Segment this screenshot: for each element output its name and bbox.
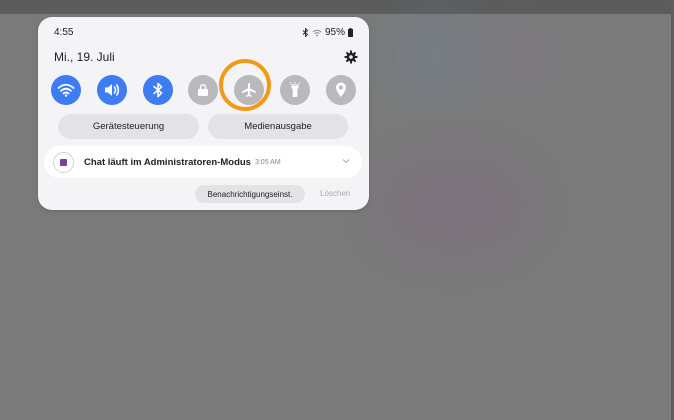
notification-settings-button[interactable]: Benachrichtigungseinst. [195, 185, 305, 203]
bluetooth-icon [152, 82, 162, 98]
battery-icon [348, 28, 353, 37]
flashlight-toggle[interactable] [280, 75, 311, 105]
clear-button[interactable]: Löschen [320, 189, 350, 198]
background-blur [380, 160, 530, 250]
notification-text: Chat läuft im Administratoren-Modus [84, 156, 251, 168]
rotation-lock-toggle[interactable] [188, 75, 219, 105]
flashlight-icon [289, 82, 301, 97]
notification-card[interactable]: Chat läuft im Administratoren-Modus 3:05… [44, 146, 362, 178]
location-pin-icon [335, 82, 346, 97]
wifi-toggle[interactable] [51, 75, 81, 105]
airplane-mode-toggle[interactable] [234, 75, 265, 105]
chat-app-icon [53, 151, 74, 173]
sound-toggle[interactable] [96, 75, 127, 105]
quick-toggles [51, 75, 356, 105]
airplane-icon [242, 83, 257, 97]
wifi-icon [57, 83, 75, 97]
background-blur [400, 30, 470, 80]
location-toggle[interactable] [325, 75, 356, 105]
wifi-status-icon [312, 29, 322, 36]
battery-percent: 95% [324, 27, 345, 38]
chevron-down-icon[interactable] [342, 158, 350, 164]
background-blur [490, 40, 550, 80]
bluetooth-toggle[interactable] [142, 75, 173, 105]
lock-icon [198, 84, 209, 96]
notification-time: 3:05 AM [254, 158, 281, 166]
status-indicators: 95% [302, 27, 353, 38]
media-output-button[interactable]: Medienausgabe [208, 114, 348, 139]
status-time: 4:55 [54, 27, 74, 38]
gear-icon[interactable] [344, 50, 358, 64]
date: Mi., 19. Juli [54, 50, 115, 64]
device-control-button[interactable]: Gerätesteuerung [58, 114, 199, 139]
quick-settings-panel: 4:55 95% Mi., 19. Juli Gerätesteuerung M… [38, 17, 369, 210]
bluetooth-status-icon [302, 28, 309, 37]
background-top-bar [0, 0, 674, 14]
volume-icon [104, 84, 120, 96]
screen: 4:55 95% Mi., 19. Juli Gerätesteuerung M… [0, 0, 674, 420]
